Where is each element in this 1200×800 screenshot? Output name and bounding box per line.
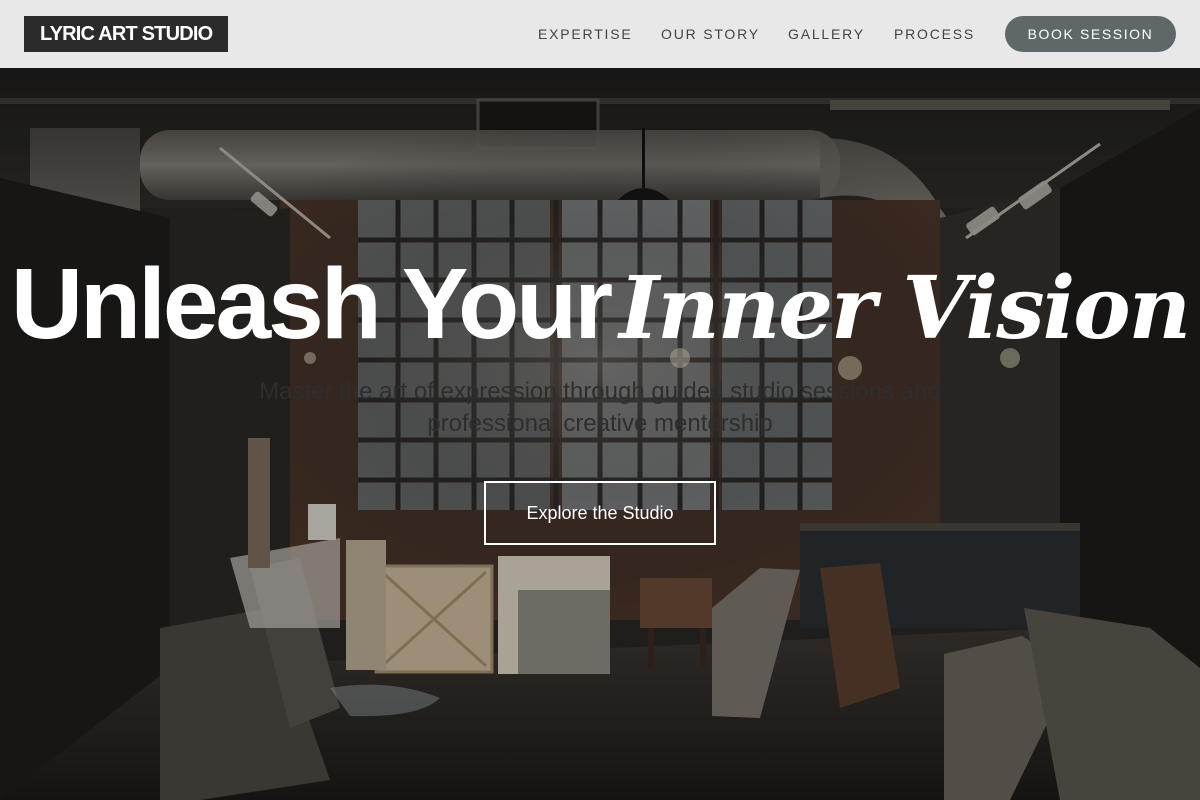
nav-link-process[interactable]: PROCESS (894, 25, 975, 43)
nav-link-expertise[interactable]: EXPERTISE (538, 25, 633, 43)
nav-link-our-story[interactable]: OUR STORY (661, 25, 760, 43)
headline-plain: Unleash Your (10, 248, 613, 360)
book-session-button[interactable]: BOOK SESSION (1005, 16, 1176, 52)
nav-link-gallery[interactable]: GALLERY (788, 25, 865, 43)
hero-headline: Unleash Your Inner Vision (0, 254, 1200, 359)
site-header: LYRIC ART STUDIO EXPERTISE OUR STORY GAL… (0, 0, 1200, 68)
hero-subtitle: Master the art of expression through gui… (259, 378, 941, 437)
hero-section: Unleash Your Inner Vision Master the art… (0, 68, 1200, 800)
explore-studio-button[interactable]: Explore the Studio (484, 481, 716, 545)
brand-logo[interactable]: LYRIC ART STUDIO (24, 16, 229, 52)
headline-accent: Inner Vision (619, 258, 1191, 359)
